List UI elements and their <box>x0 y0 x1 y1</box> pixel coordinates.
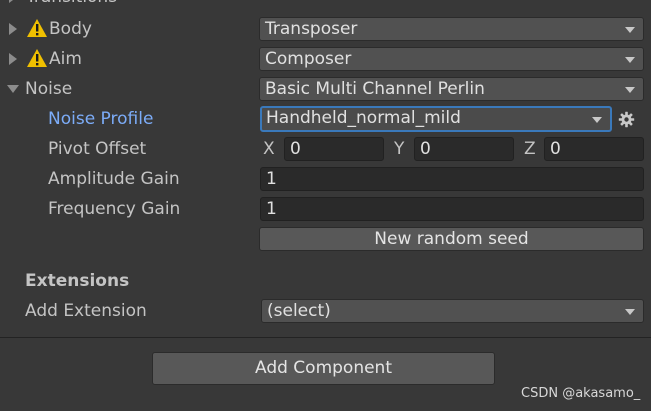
body-dropdown-value: Transposer <box>265 19 358 39</box>
dropdown-caret-icon <box>625 87 635 93</box>
transitions-label: Transitions <box>26 0 117 12</box>
add-extension-dropdown[interactable]: (select) <box>261 299 644 323</box>
aim-dropdown[interactable]: Composer <box>259 47 644 71</box>
amplitude-gain-label[interactable]: Amplitude Gain <box>48 164 180 194</box>
foldout-arrow-right-icon[interactable] <box>9 0 17 3</box>
noise-label[interactable]: Noise <box>25 74 72 104</box>
section-divider <box>0 337 651 338</box>
dropdown-caret-icon <box>625 309 635 315</box>
amplitude-gain-field[interactable]: 1 <box>260 167 644 191</box>
dropdown-caret-icon <box>625 27 635 33</box>
pivot-y-axis-label[interactable]: Y <box>394 134 404 164</box>
watermark-text: CSDN @akasamo_ <box>521 386 641 401</box>
foldout-arrow-down-icon[interactable] <box>7 85 19 93</box>
aim-label[interactable]: Aim <box>49 44 82 74</box>
warning-icon <box>27 49 47 67</box>
pivot-y-field[interactable]: 0 <box>414 137 514 161</box>
pivot-z-field[interactable]: 0 <box>544 137 644 161</box>
add-component-button[interactable]: Add Component <box>152 352 495 385</box>
pivot-x-field[interactable]: 0 <box>284 137 384 161</box>
frequency-gain-label[interactable]: Frequency Gain <box>48 194 180 224</box>
frequency-gain-field[interactable]: 1 <box>260 197 644 221</box>
warning-icon <box>27 19 47 37</box>
add-extension-label: Add Extension <box>25 301 147 321</box>
pivot-x-axis-label[interactable]: X <box>263 134 275 164</box>
extensions-heading: Extensions <box>25 271 130 291</box>
pivot-z-axis-label[interactable]: Z <box>524 134 536 164</box>
add-extension-value: (select) <box>267 301 331 321</box>
noise-dropdown-value: Basic Multi Channel Perlin <box>265 79 485 99</box>
aim-dropdown-value: Composer <box>265 49 352 69</box>
dropdown-caret-icon <box>625 57 635 63</box>
foldout-arrow-right-icon[interactable] <box>9 23 17 35</box>
new-random-seed-button[interactable]: New random seed <box>259 227 644 251</box>
noise-dropdown[interactable]: Basic Multi Channel Perlin <box>259 77 644 101</box>
noise-profile-label[interactable]: Noise Profile <box>48 104 153 134</box>
body-dropdown[interactable]: Transposer <box>259 17 644 41</box>
noise-profile-value: Handheld_normal_mild <box>266 108 461 128</box>
pivot-offset-label[interactable]: Pivot Offset <box>48 134 146 164</box>
gear-icon[interactable] <box>618 111 635 128</box>
foldout-arrow-right-icon[interactable] <box>9 53 17 65</box>
dropdown-caret-icon <box>592 117 602 123</box>
body-label[interactable]: Body <box>49 14 92 44</box>
noise-profile-dropdown[interactable]: Handheld_normal_mild <box>260 106 612 132</box>
